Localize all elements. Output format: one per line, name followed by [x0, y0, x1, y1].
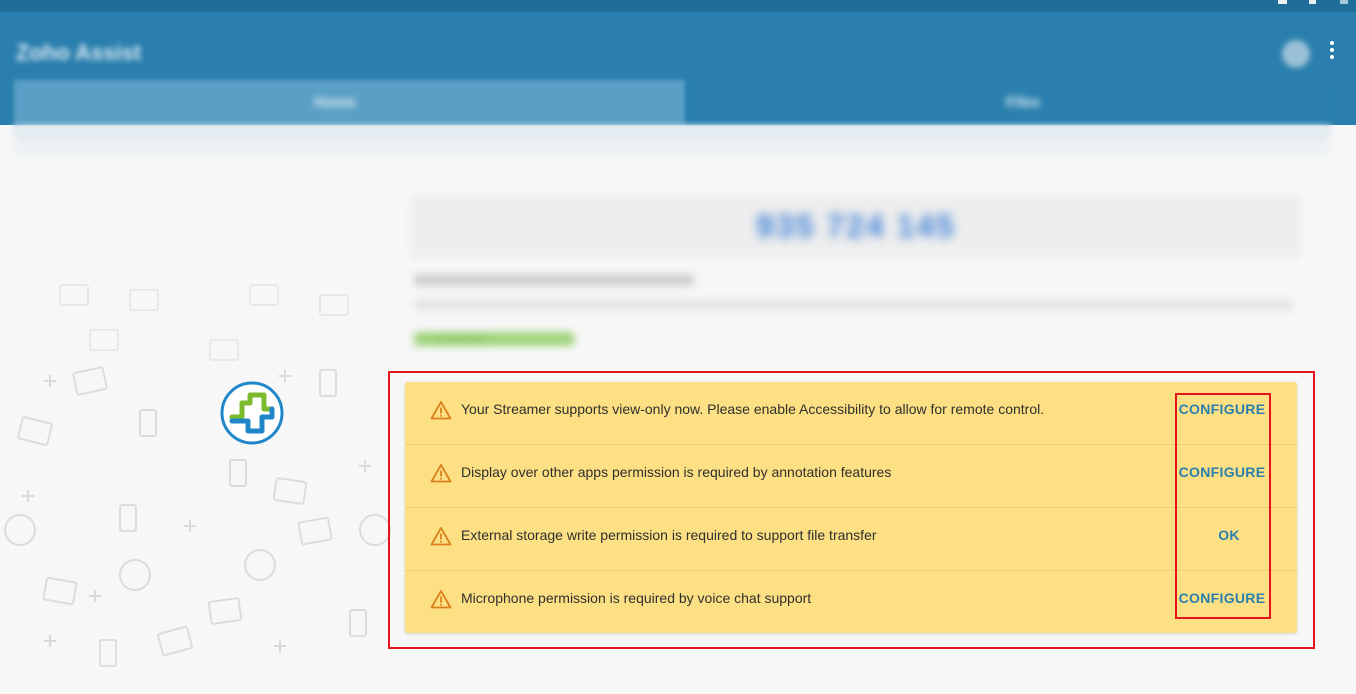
warning-text: Microphone permission is required by voi…: [461, 590, 812, 606]
tab-files[interactable]: Files: [686, 80, 1330, 125]
zoho-assist-logo: [220, 381, 284, 445]
actions-highlight-box: [1175, 393, 1271, 619]
permission-warnings-panel: Your Streamer supports view-only now. Pl…: [405, 382, 1297, 633]
warning-icon: [430, 464, 452, 483]
app-title: Zoho Assist: [16, 40, 142, 65]
content-shadow: [14, 125, 1330, 165]
status-icon-maximize: [1309, 0, 1316, 4]
system-status-bar: [0, 0, 1356, 12]
tab-files-label: Files: [1006, 94, 1041, 111]
connection-status: Connected: [414, 332, 574, 346]
warning-row-microphone: Microphone permission is required by voi…: [405, 571, 1297, 634]
warning-icon: [430, 590, 452, 609]
status-icon-minimize: [1278, 0, 1287, 4]
warning-text: Your Streamer supports view-only now. Pl…: [461, 401, 1045, 417]
blurred-detail-line: [414, 300, 1294, 310]
warning-icon: [430, 527, 452, 546]
blurred-description-line: [414, 274, 694, 286]
app-bar-edge: [0, 40, 14, 66]
kebab-menu-icon[interactable]: [1320, 38, 1344, 62]
tab-bar: Home Files: [14, 80, 1330, 125]
session-id-number: 935 724 145: [756, 208, 956, 244]
warning-text: Display over other apps permission is re…: [461, 464, 892, 480]
account-avatar[interactable]: [1282, 40, 1310, 68]
warning-row-accessibility: Your Streamer supports view-only now. Pl…: [405, 382, 1297, 445]
tab-home[interactable]: Home: [14, 80, 686, 125]
warning-row-overlay: Display over other apps permission is re…: [405, 445, 1297, 508]
status-icon-close: [1340, 0, 1348, 4]
warning-text: External storage write permission is req…: [461, 527, 877, 543]
warning-row-storage: External storage write permission is req…: [405, 508, 1297, 571]
warning-icon: [430, 401, 452, 420]
tab-home-label: Home: [314, 94, 356, 111]
